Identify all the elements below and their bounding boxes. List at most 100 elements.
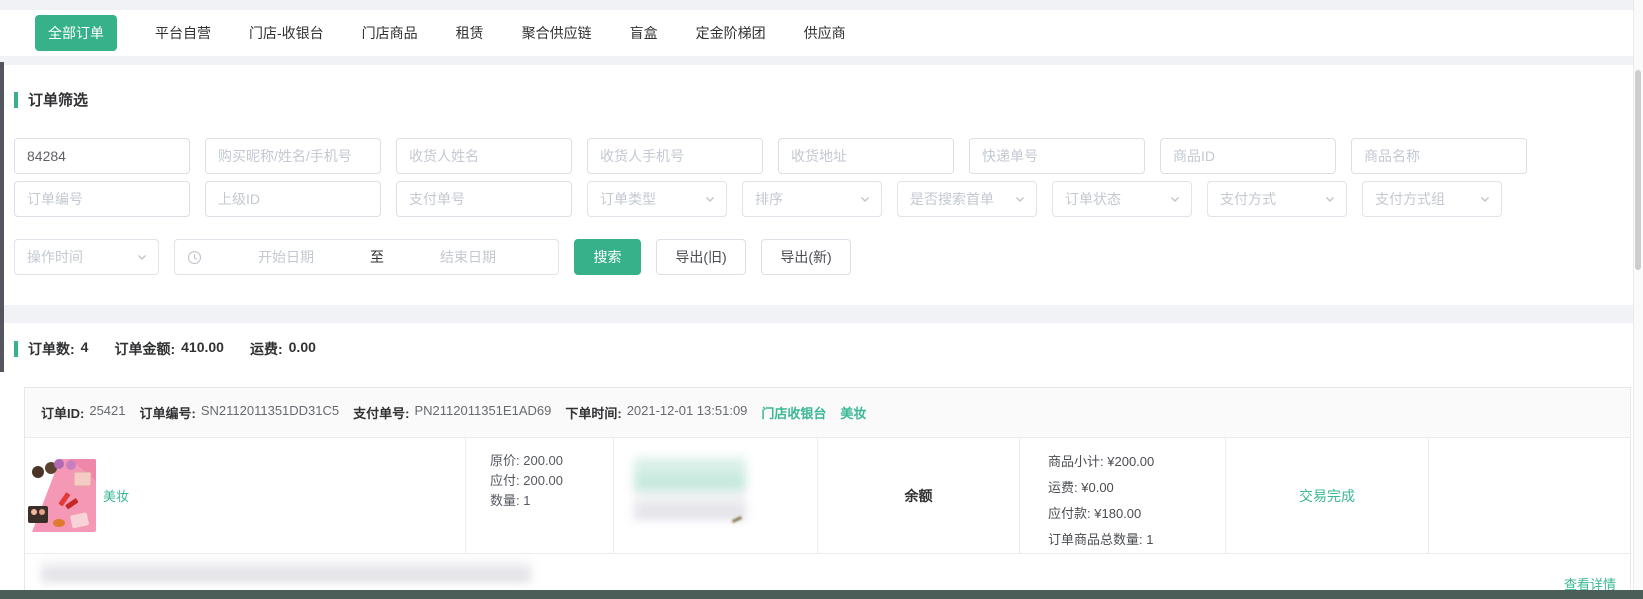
- pay-method-select[interactable]: 支付方式: [1207, 181, 1347, 217]
- order-id-input[interactable]: [14, 138, 190, 174]
- order-card: 订单ID: 25421 订单编号: SN2112011351DD31C5 支付单号:…: [24, 387, 1631, 599]
- order-time-label: 下单时间:: [565, 403, 621, 422]
- section-accent-bar: [14, 341, 18, 357]
- redacted-footer-note: [41, 562, 531, 582]
- order-amount-value: 410.00: [181, 339, 224, 359]
- pay-no-value: PN2112011351E1AD69: [414, 403, 551, 422]
- tracking-no-input[interactable]: [969, 138, 1145, 174]
- chevron-down-icon: [859, 193, 871, 205]
- total-qty-label: 订单商品总数量:: [1048, 532, 1143, 547]
- pay-no-label: 支付单号:: [353, 403, 409, 422]
- redacted-customer-info: [634, 458, 746, 520]
- date-range-picker[interactable]: 开始日期 至 结束日期: [174, 239, 559, 275]
- buyer-nickname-input[interactable]: [205, 138, 381, 174]
- payable-price-value: 200.00: [523, 473, 563, 488]
- parent-id-input[interactable]: [205, 181, 381, 217]
- filter-title-text: 订单筛选: [28, 89, 88, 110]
- actions-cell: [1429, 438, 1630, 553]
- filter-row-1: [14, 138, 1629, 174]
- first-order-select[interactable]: 是否搜索首单: [897, 181, 1037, 217]
- order-category-badge: 美妆: [840, 403, 866, 422]
- order-type-tabbar: 全部订单 平台自营 门店-收银台 门店商品 租赁 聚合供应链 盲盒 定金阶梯团 …: [0, 10, 1643, 56]
- order-id-label: 订单ID:: [41, 403, 84, 422]
- tab-store-goods[interactable]: 门店商品: [362, 23, 418, 43]
- quantity-value: 1: [523, 493, 530, 508]
- payable-price-label: 应付:: [490, 473, 520, 488]
- tab-rental[interactable]: 租赁: [456, 23, 484, 43]
- product-name-link[interactable]: 美妆: [103, 486, 129, 505]
- pay-method-select-label: 支付方式: [1220, 189, 1276, 209]
- search-button[interactable]: 搜索: [574, 239, 641, 275]
- order-amount-label: 订单金额:: [114, 339, 175, 359]
- product-name-input[interactable]: [1351, 138, 1527, 174]
- pay-method-cell: 余额: [818, 438, 1020, 553]
- order-status-text: 交易完成: [1299, 486, 1355, 506]
- date-range-separator: 至: [370, 247, 384, 267]
- chevron-down-icon: [1014, 193, 1026, 205]
- clock-icon: [187, 250, 202, 265]
- order-id-value: 25421: [89, 403, 125, 422]
- tab-supply-chain[interactable]: 聚合供应链: [522, 23, 592, 43]
- order-count-value: 4: [81, 339, 89, 359]
- pay-no-input[interactable]: [396, 181, 572, 217]
- product-id-input[interactable]: [1160, 138, 1336, 174]
- tab-blind-box[interactable]: 盲盒: [630, 23, 658, 43]
- totals-cell: 商品小计: ¥200.00 运费: ¥0.00 应付款: ¥180.00 订单商…: [1020, 438, 1226, 553]
- product-image[interactable]: [26, 459, 96, 532]
- product-cell: 美妆: [25, 438, 466, 553]
- total-qty-value: 1: [1146, 532, 1153, 547]
- section-accent-bar: [14, 92, 18, 108]
- tab-store-cashier[interactable]: 门店-收银台: [249, 23, 324, 43]
- order-type-select[interactable]: 订单类型: [587, 181, 727, 217]
- order-count-label: 订单数:: [28, 339, 75, 359]
- order-sn-value: SN2112011351DD31C5: [201, 403, 339, 422]
- tab-all-orders[interactable]: 全部订单: [35, 15, 117, 51]
- order-sn-input[interactable]: [14, 181, 190, 217]
- pay-method-group-select[interactable]: 支付方式组: [1362, 181, 1502, 217]
- address-input[interactable]: [778, 138, 954, 174]
- vertical-scrollbar-thumb[interactable]: [1635, 70, 1641, 270]
- amount-due-value: ¥180.00: [1094, 506, 1141, 521]
- subtotal-label: 商品小计:: [1048, 454, 1104, 469]
- amount-due-label: 应付款:: [1048, 506, 1091, 521]
- chevron-down-icon: [1479, 193, 1491, 205]
- vertical-scrollbar[interactable]: [1633, 0, 1643, 599]
- chevron-down-icon: [1324, 193, 1336, 205]
- orders-summary: 订单数: 4 订单金额: 410.00 运费: 0.00: [0, 339, 1643, 359]
- tab-platform-self[interactable]: 平台自营: [155, 23, 211, 43]
- chevron-down-icon: [136, 251, 148, 263]
- freight-value: 0.00: [289, 339, 316, 359]
- start-date-placeholder[interactable]: 开始日期: [208, 247, 364, 267]
- order-status-select[interactable]: 订单状态: [1052, 181, 1192, 217]
- order-sn-label: 订单编号:: [140, 403, 196, 422]
- order-source-badge: 门店收银台: [761, 403, 826, 422]
- original-price-label: 原价:: [490, 453, 520, 468]
- freight-label: 运费:: [250, 339, 283, 359]
- tab-supplier[interactable]: 供应商: [804, 23, 846, 43]
- tab-deposit-ladder[interactable]: 定金阶梯团: [696, 23, 766, 43]
- price-cell: 原价: 200.00 应付: 200.00 数量: 1: [466, 438, 614, 553]
- orders-panel: 订单数: 4 订单金额: 410.00 运费: 0.00 订单ID: 25421 …: [0, 323, 1643, 599]
- sort-select[interactable]: 排序: [742, 181, 882, 217]
- quantity-label: 数量:: [490, 493, 520, 508]
- receiver-phone-input[interactable]: [587, 138, 763, 174]
- export-new-button[interactable]: 导出(新): [761, 239, 851, 275]
- operation-time-select[interactable]: 操作时间: [14, 239, 159, 275]
- filter-section-title: 订单筛选: [14, 89, 1629, 110]
- filter-row-3: 操作时间 开始日期 至 结束日期 搜索 导出(旧) 导出(新): [14, 239, 1629, 275]
- status-cell: 交易完成: [1226, 438, 1429, 553]
- chevron-down-icon: [704, 193, 716, 205]
- pay-method-group-select-label: 支付方式组: [1375, 189, 1445, 209]
- bottom-edge-bar: [0, 590, 1643, 599]
- chevron-down-icon: [1169, 193, 1181, 205]
- customer-cell: [614, 438, 818, 553]
- left-edge-scrollbar[interactable]: [0, 62, 4, 372]
- export-old-button[interactable]: 导出(旧): [656, 239, 746, 275]
- end-date-placeholder[interactable]: 结束日期: [390, 247, 546, 267]
- receiver-name-input[interactable]: [396, 138, 572, 174]
- order-card-header: 订单ID: 25421 订单编号: SN2112011351DD31C5 支付单号:…: [25, 388, 1630, 438]
- original-price-value: 200.00: [523, 453, 563, 468]
- orders-summary-stats: 订单数: 4 订单金额: 410.00 运费: 0.00: [28, 339, 316, 359]
- order-type-select-label: 订单类型: [600, 189, 656, 209]
- operation-time-select-label: 操作时间: [27, 247, 83, 267]
